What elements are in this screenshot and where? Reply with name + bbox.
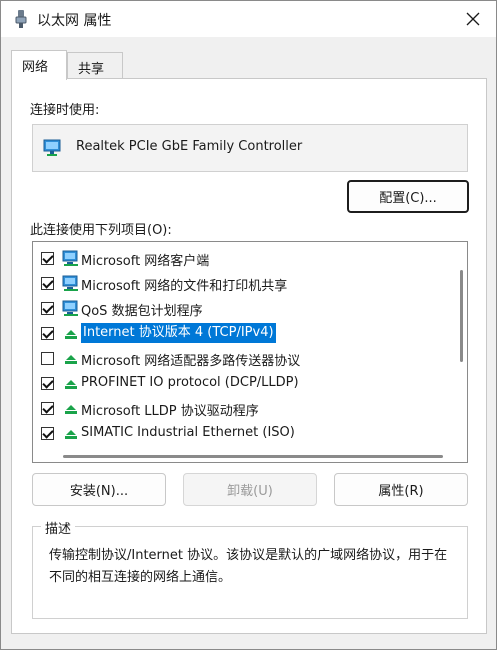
network-client-icon (62, 250, 78, 266)
protocol-icon (65, 330, 77, 339)
list-item[interactable]: Microsoft 网络客户端 (33, 246, 443, 271)
properties-button[interactable]: 属性(R) (334, 473, 468, 506)
close-icon (466, 12, 480, 26)
description-group: 描述 传输控制协议/Internet 协议。该协议是默认的广域网络协议，用于在不… (32, 518, 468, 619)
item-label: SIMATIC Industrial Ethernet (ISO) (81, 425, 295, 440)
list-item[interactable]: QoS 数据包计划程序 (33, 296, 443, 321)
configure-button-label: 配置(C)... (379, 191, 437, 206)
network-tab-panel: 连接时使用: Realtek PCIe GbE Family Controlle… (11, 78, 487, 634)
tab-network-label: 网络 (22, 60, 49, 75)
item-checkbox[interactable] (41, 427, 54, 440)
item-checkbox[interactable] (41, 302, 54, 315)
list-item[interactable]: Microsoft 网络适配器多路传送器协议 (33, 346, 443, 371)
file-printer-sharing-icon (62, 275, 78, 291)
tab-sharing-label: 共享 (78, 62, 105, 77)
list-item[interactable]: Microsoft 网络的文件和打印机共享 (33, 271, 443, 296)
tab-network[interactable]: 网络 (11, 50, 67, 80)
item-label: Microsoft 网络的文件和打印机共享 (81, 279, 288, 294)
install-button[interactable]: 安装(N)... (32, 473, 166, 506)
tab-sharing[interactable]: 共享 (67, 52, 123, 78)
list-item[interactable]: Microsoft LLDP 协议驱动程序 (33, 396, 443, 421)
uninstall-button-label: 卸载(U) (227, 484, 273, 499)
list-item[interactable]: PROFINET IO protocol (DCP/LLDP) (33, 371, 443, 396)
item-checkbox[interactable] (41, 277, 54, 290)
items-label: 此连接使用下列项目(O): (30, 223, 172, 238)
item-checkbox[interactable] (41, 352, 54, 365)
protocol-icon (65, 380, 77, 389)
properties-window: 以太网 属性 网络 共享 连接时使用: Realtek PCIe GbE Fam… (0, 0, 497, 650)
item-label: Microsoft 网络客户端 (81, 254, 210, 269)
network-card-icon (43, 139, 61, 156)
connect-using-label: 连接时使用: (30, 103, 100, 118)
uninstall-button[interactable]: 卸载(U) (183, 473, 317, 506)
close-button[interactable] (458, 5, 488, 33)
item-checkbox[interactable] (41, 402, 54, 415)
network-adapter-icon (15, 10, 27, 28)
vertical-scrollbar[interactable] (460, 270, 463, 362)
description-text: 传输控制协议/Internet 协议。该协议是默认的广域网络协议，用于在不同的相… (49, 548, 448, 585)
item-label: Microsoft LLDP 协议驱动程序 (81, 404, 259, 419)
item-checkbox[interactable] (41, 252, 54, 265)
configure-button[interactable]: 配置(C)... (347, 180, 469, 213)
description-title: 描述 (41, 518, 76, 537)
properties-button-label: 属性(R) (378, 484, 424, 499)
item-label: PROFINET IO protocol (DCP/LLDP) (81, 375, 299, 390)
item-checkbox[interactable] (41, 377, 54, 390)
item-checkbox[interactable] (41, 327, 54, 340)
protocol-icon (65, 405, 77, 414)
protocol-icon (65, 355, 77, 364)
item-label: Microsoft 网络适配器多路传送器协议 (81, 354, 301, 369)
item-label: Internet 协议版本 4 (TCP/IPv4) (81, 323, 276, 343)
adapter-box: Realtek PCIe GbE Family Controller (32, 124, 468, 172)
list-item-selected[interactable]: Internet 协议版本 4 (TCP/IPv4) (33, 321, 443, 346)
list-item[interactable]: SIMATIC Industrial Ethernet (ISO) (33, 421, 443, 446)
protocol-icon (65, 430, 77, 439)
adapter-name: Realtek PCIe GbE Family Controller (76, 139, 303, 154)
horizontal-scrollbar[interactable] (63, 455, 443, 458)
items-list[interactable]: Microsoft 网络客户端 Microsoft 网络的文件和打印机共享 Qo… (32, 241, 468, 463)
item-label: QoS 数据包计划程序 (81, 304, 203, 319)
qos-scheduler-icon (62, 300, 78, 316)
title-bar[interactable]: 以太网 属性 (1, 1, 496, 37)
install-button-label: 安装(N)... (69, 484, 129, 499)
window-title: 以太网 属性 (37, 13, 112, 29)
